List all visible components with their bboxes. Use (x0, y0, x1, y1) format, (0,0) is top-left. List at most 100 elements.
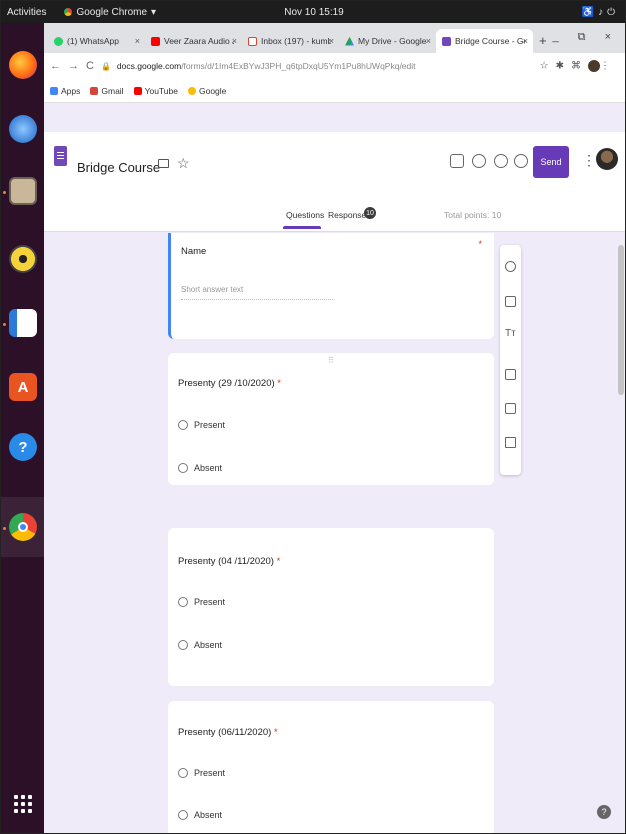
send-button[interactable]: Send (533, 146, 569, 178)
url-field[interactable]: docs.google.com/forms/d/1Im4ExBYwJ3PH_q6… (117, 61, 416, 71)
add-image-icon[interactable] (505, 369, 516, 380)
radio-option[interactable]: Present (178, 768, 225, 778)
reload-icon[interactable]: C (86, 60, 101, 72)
bookmark-google[interactable]: Google (187, 86, 226, 96)
new-tab-button[interactable]: + (539, 33, 547, 48)
bookmark-gmail[interactable]: Gmail (90, 86, 124, 96)
browser-tab[interactable]: (1) WhatsApp × (48, 29, 145, 53)
tab-label: My Drive - Google Drive (358, 36, 428, 46)
google-forms-icon (442, 36, 451, 46)
gmail-icon (248, 36, 257, 46)
required-asterisk: * (277, 378, 281, 389)
question-title[interactable]: Presenty (06/11/2020) * (178, 727, 278, 738)
forms-header: Bridge Course ☆ Send ⋮ Questions Respons… (44, 132, 625, 232)
back-icon[interactable]: ← (50, 60, 68, 72)
radio-button[interactable] (178, 463, 188, 473)
software-center-icon[interactable]: A (9, 373, 37, 401)
star-icon[interactable]: ☆ (177, 155, 190, 172)
radio-option[interactable]: Absent (178, 810, 222, 820)
files-icon[interactable] (9, 177, 37, 205)
question-card-name[interactable]: Name * Short answer text (168, 233, 494, 339)
extension-icon[interactable]: ✱ (556, 61, 571, 72)
radio-option[interactable]: Absent (178, 463, 222, 473)
help-icon[interactable]: ? (597, 805, 611, 819)
bookmark-apps[interactable]: Apps (50, 86, 80, 96)
rhythmbox-icon[interactable] (9, 245, 37, 273)
question-card[interactable]: Presenty (04 /11/2020) * Present Absent (168, 528, 494, 686)
browser-tab[interactable]: Veer Zaara Audio Jukebox × (145, 29, 242, 53)
tab-questions[interactable]: Questions (286, 210, 324, 220)
question-card[interactable]: Presenty (06/11/2020) * Present Absent (168, 701, 494, 833)
customize-theme-icon[interactable] (450, 154, 464, 168)
more-options-icon[interactable]: ⋮ (582, 152, 596, 169)
app-menu[interactable]: Google Chrome ▾ (64, 7, 156, 18)
radio-option[interactable]: Present (178, 420, 225, 430)
bookmark-label: Apps (61, 85, 81, 96)
forward-icon[interactable]: → (68, 60, 86, 72)
close-icon[interactable]: × (232, 36, 237, 46)
avatar[interactable] (596, 148, 618, 170)
active-tab-indicator (283, 226, 321, 229)
add-title-icon[interactable]: Tт (505, 328, 516, 339)
navigation-buttons[interactable]: ←→C (50, 60, 101, 72)
radio-option[interactable]: Present (178, 597, 225, 607)
radio-button[interactable] (178, 597, 188, 607)
power-icon: ⏻ (607, 6, 619, 18)
radio-button[interactable] (178, 810, 188, 820)
clock[interactable]: Nov 10 15:19 (284, 7, 344, 18)
question-title[interactable]: Name (181, 246, 206, 257)
volume-icon: ♪ (598, 6, 608, 18)
browser-tab[interactable]: Inbox (197) - kumbhar × (242, 29, 339, 53)
close-icon[interactable]: × (523, 36, 528, 46)
form-title[interactable]: Bridge Course (77, 160, 160, 175)
system-tray[interactable]: ♿♪⏻ (582, 7, 619, 18)
google-forms-icon[interactable] (54, 146, 67, 166)
profile-avatar[interactable] (588, 60, 600, 72)
preview-eye-icon[interactable] (472, 154, 486, 168)
short-answer-placeholder: Short answer text (181, 285, 244, 294)
chrome-small-icon (64, 8, 73, 16)
youtube-icon (133, 86, 142, 95)
menu-kebab-icon[interactable]: ⋮ (600, 61, 617, 72)
thunderbird-icon[interactable] (9, 115, 37, 143)
firefox-icon[interactable] (9, 51, 37, 79)
browser-tab-active[interactable]: Bridge Course - Google Forms × (436, 29, 533, 53)
settings-gear-icon[interactable] (514, 154, 528, 168)
radio-button[interactable] (178, 420, 188, 430)
import-questions-icon[interactable] (505, 296, 516, 307)
form-tabs: Questions Responses 10 Total points: 10 (44, 204, 625, 232)
question-title[interactable]: Presenty (29 /10/2020) * (178, 378, 281, 389)
undo-icon[interactable] (494, 154, 508, 168)
libreoffice-writer-icon[interactable] (9, 309, 37, 337)
google-drive-icon (345, 36, 354, 46)
folder-icon[interactable] (158, 159, 169, 168)
accessibility-icon: ♿ (581, 6, 599, 18)
add-question-icon[interactable] (505, 261, 516, 272)
add-video-icon[interactable] (505, 403, 516, 414)
radio-button[interactable] (178, 768, 188, 778)
extensions-puzzle-icon[interactable]: ⌘ (571, 61, 588, 72)
help-icon[interactable]: ? (9, 433, 37, 461)
browser-tab[interactable]: My Drive - Google Drive × (339, 29, 436, 53)
bookmark-youtube[interactable]: YouTube (133, 86, 178, 96)
add-section-icon[interactable] (505, 437, 516, 448)
bookmark-star-icon[interactable]: ☆ (540, 61, 556, 72)
radio-option[interactable]: Absent (178, 640, 222, 650)
tab-label: (1) WhatsApp (67, 36, 119, 46)
scrollbar[interactable] (618, 245, 624, 395)
question-title-text: Presenty (04 /11/2020) (178, 556, 274, 567)
close-icon[interactable]: × (426, 36, 431, 46)
close-icon[interactable]: × (135, 36, 140, 46)
show-applications-icon[interactable] (14, 795, 32, 813)
drag-handle-icon[interactable]: ⠿ (328, 356, 334, 365)
radio-button[interactable] (178, 640, 188, 650)
short-answer-underline (181, 299, 333, 300)
question-title[interactable]: Presenty (04 /11/2020) * (178, 556, 280, 567)
tab-strip: (1) WhatsApp × Veer Zaara Audio Jukebox … (44, 23, 625, 53)
close-icon[interactable]: × (329, 36, 334, 46)
window-controls[interactable]: _ ⧉ × (552, 31, 619, 44)
chrome-icon[interactable] (9, 513, 37, 541)
option-label: Present (194, 420, 226, 430)
question-card[interactable]: ⠿ Presenty (29 /10/2020) * Present Absen… (168, 353, 494, 485)
activities-button[interactable]: Activities (7, 7, 46, 18)
